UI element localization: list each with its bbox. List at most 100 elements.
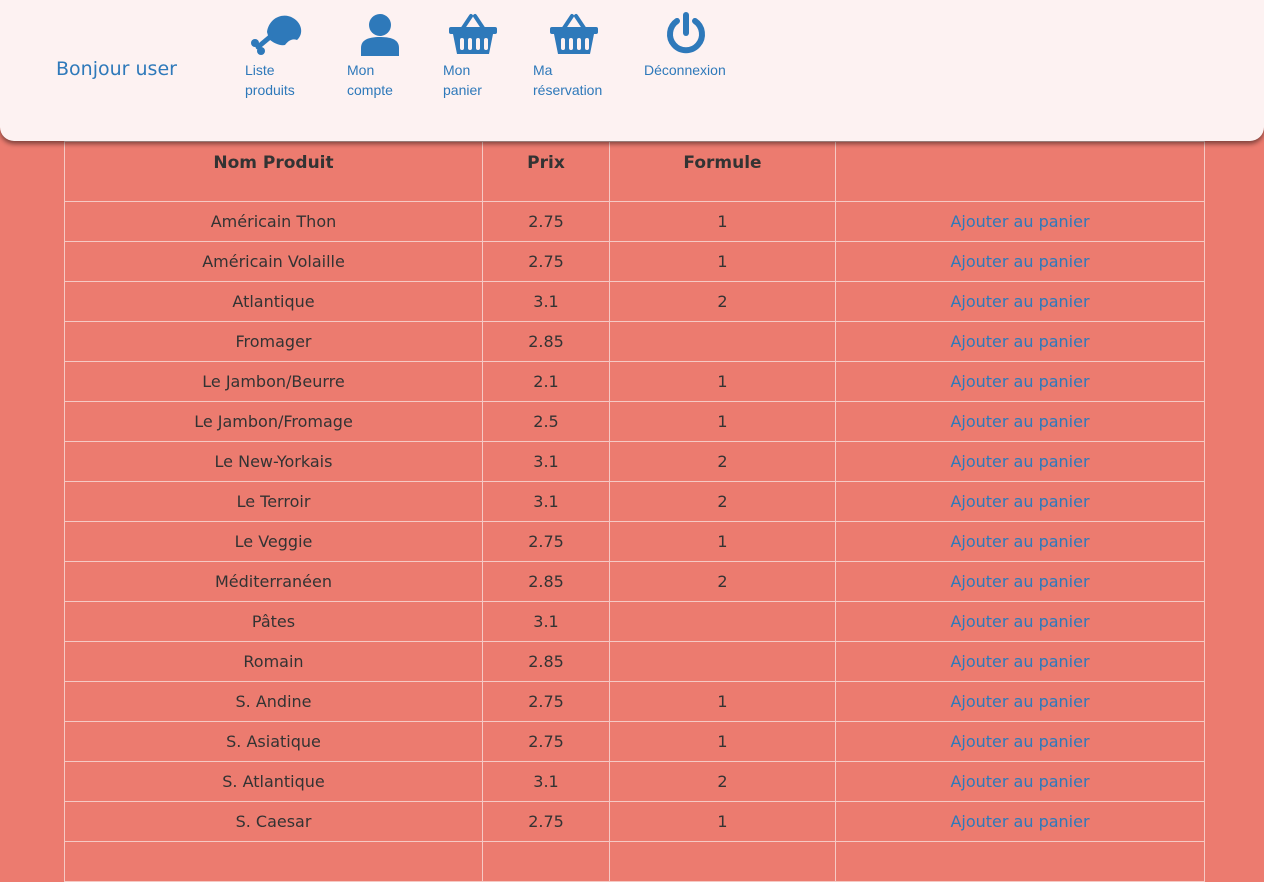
add-to-cart-link[interactable]: Ajouter au panier: [835, 721, 1205, 762]
product-formule-cell: [609, 321, 836, 362]
product-name-cell: Le New-Yorkais: [64, 441, 483, 482]
table-row: [64, 841, 1205, 882]
nav-label-line2: produits: [245, 82, 295, 98]
product-name-cell: Le Veggie: [64, 521, 483, 562]
product-name-cell: S. Caesar: [64, 801, 483, 842]
add-to-cart-link[interactable]: Ajouter au panier: [835, 361, 1205, 402]
user-icon: [347, 12, 407, 56]
product-formule-cell: [609, 641, 836, 682]
table-row: Le Terroir 3.1 2 Ajouter au panier: [64, 481, 1205, 522]
products-table: Nom Produit Prix Formule Américain Thon 2…: [64, 141, 1205, 882]
product-formule-cell: 1: [609, 401, 836, 442]
add-to-cart-link[interactable]: [835, 841, 1205, 882]
product-formule-cell: 2: [609, 761, 836, 802]
nav-label-line1: Mon: [347, 62, 375, 78]
table-row: Américain Volaille 2.75 1 Ajouter au panier: [64, 241, 1205, 282]
product-name-cell: Pâtes: [64, 601, 483, 642]
table-row: Pâtes 3.1 Ajouter au panier: [64, 601, 1205, 642]
table-row: Atlantique 3.1 2 Ajouter au panier: [64, 281, 1205, 322]
add-to-cart-link[interactable]: Ajouter au panier: [835, 561, 1205, 602]
add-to-cart-link[interactable]: Ajouter au panier: [835, 641, 1205, 682]
product-price-cell: 2.75: [482, 201, 610, 242]
product-name-cell: Le Jambon/Fromage: [64, 401, 483, 442]
column-header-action: [835, 141, 1205, 202]
add-to-cart-link[interactable]: Ajouter au panier: [835, 241, 1205, 282]
product-price-cell: 3.1: [482, 281, 610, 322]
add-to-cart-link[interactable]: Ajouter au panier: [835, 601, 1205, 642]
product-name-cell: S. Andine: [64, 681, 483, 722]
product-formule-cell: [609, 601, 836, 642]
table-row: S. Caesar 2.75 1 Ajouter au panier: [64, 801, 1205, 842]
product-price-cell: 3.1: [482, 441, 610, 482]
add-to-cart-link[interactable]: Ajouter au panier: [835, 281, 1205, 322]
greeting: Bonjour user: [56, 58, 177, 80]
basket-icon: [533, 12, 609, 56]
product-price-cell: 2.75: [482, 801, 610, 842]
add-to-cart-link[interactable]: Ajouter au panier: [835, 681, 1205, 722]
table-row: Méditerranéen 2.85 2 Ajouter au panier: [64, 561, 1205, 602]
product-formule-cell: 2: [609, 481, 836, 522]
product-price-cell: 2.1: [482, 361, 610, 402]
table-row: Le Jambon/Beurre 2.1 1 Ajouter au panier: [64, 361, 1205, 402]
nav-label-line2: panier: [443, 82, 482, 98]
add-to-cart-link[interactable]: Ajouter au panier: [835, 201, 1205, 242]
product-formule-cell: 1: [609, 681, 836, 722]
product-price-cell: [482, 841, 610, 882]
nav-mon-compte[interactable]: Mon compte: [347, 12, 407, 100]
add-to-cart-link[interactable]: Ajouter au panier: [835, 761, 1205, 802]
product-formule-cell: 1: [609, 721, 836, 762]
product-price-cell: 2.85: [482, 321, 610, 362]
product-price-cell: 2.75: [482, 721, 610, 762]
product-formule-cell: 1: [609, 361, 836, 402]
nav-ma-reservation[interactable]: Ma réservation: [533, 12, 609, 100]
add-to-cart-link[interactable]: Ajouter au panier: [835, 321, 1205, 362]
product-formule-cell: 1: [609, 241, 836, 282]
product-name-cell: [64, 841, 483, 882]
nav-label-line2: compte: [347, 82, 393, 98]
table-row: Romain 2.85 Ajouter au panier: [64, 641, 1205, 682]
add-to-cart-link[interactable]: Ajouter au panier: [835, 441, 1205, 482]
product-name-cell: Romain: [64, 641, 483, 682]
drumstick-icon: [245, 12, 305, 56]
product-name-cell: S. Atlantique: [64, 761, 483, 802]
product-price-cell: 2.85: [482, 641, 610, 682]
nav-label-line1: Déconnexion: [644, 62, 726, 78]
header-bar: Bonjour user Liste produits Mon compte M…: [0, 0, 1264, 141]
product-name-cell: Américain Volaille: [64, 241, 483, 282]
product-name-cell: Atlantique: [64, 281, 483, 322]
nav-label-line1: Mon: [443, 62, 471, 78]
product-name-cell: Fromager: [64, 321, 483, 362]
product-price-cell: 2.75: [482, 681, 610, 722]
column-header-name: Nom Produit: [64, 141, 483, 202]
products-table-container: Nom Produit Prix Formule Américain Thon 2…: [64, 141, 1205, 882]
table-row: S. Andine 2.75 1 Ajouter au panier: [64, 681, 1205, 722]
add-to-cart-link[interactable]: Ajouter au panier: [835, 401, 1205, 442]
column-header-price: Prix: [482, 141, 610, 202]
nav-label-line1: Ma: [533, 62, 553, 78]
add-to-cart-link[interactable]: Ajouter au panier: [835, 801, 1205, 842]
product-formule-cell: 2: [609, 441, 836, 482]
product-price-cell: 2.85: [482, 561, 610, 602]
table-row: Le Veggie 2.75 1 Ajouter au panier: [64, 521, 1205, 562]
nav-liste-produits[interactable]: Liste produits: [245, 12, 305, 100]
product-formule-cell: 1: [609, 801, 836, 842]
nav-label-line2: réservation: [533, 82, 603, 98]
product-name-cell: S. Asiatique: [64, 721, 483, 762]
table-row: S. Asiatique 2.75 1 Ajouter au panier: [64, 721, 1205, 762]
product-formule-cell: 2: [609, 281, 836, 322]
product-formule-cell: 1: [609, 201, 836, 242]
power-icon: [644, 12, 728, 56]
product-price-cell: 3.1: [482, 601, 610, 642]
add-to-cart-link[interactable]: Ajouter au panier: [835, 521, 1205, 562]
product-price-cell: 3.1: [482, 761, 610, 802]
table-row: S. Atlantique 3.1 2 Ajouter au panier: [64, 761, 1205, 802]
table-header-row: Nom Produit Prix Formule: [64, 141, 1205, 202]
product-formule-cell: 1: [609, 521, 836, 562]
product-formule-cell: 2: [609, 561, 836, 602]
basket-icon: [443, 12, 503, 56]
table-row: Le Jambon/Fromage 2.5 1 Ajouter au panier: [64, 401, 1205, 442]
nav-mon-panier[interactable]: Mon panier: [443, 12, 503, 100]
product-name-cell: Méditerranéen: [64, 561, 483, 602]
add-to-cart-link[interactable]: Ajouter au panier: [835, 481, 1205, 522]
nav-deconnexion[interactable]: Déconnexion: [644, 12, 728, 80]
